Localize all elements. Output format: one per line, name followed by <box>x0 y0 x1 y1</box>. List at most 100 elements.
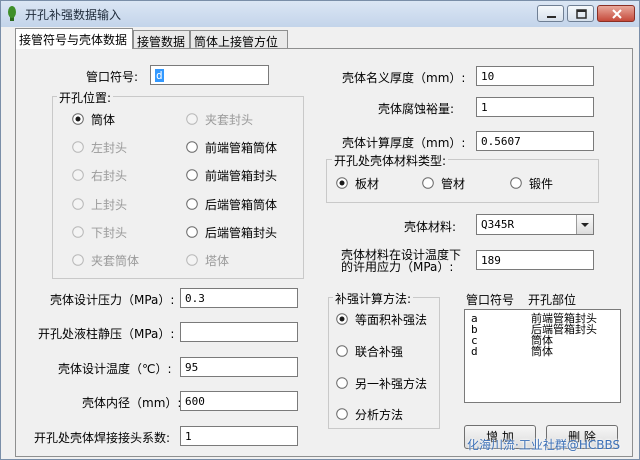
radio-disabled-icon <box>72 226 84 238</box>
dialog-window: 开孔补强数据输入 接管符号与壳体数据 接管数据 筒体上接管方位 管口符号: d … <box>0 0 640 460</box>
radio-left-head-label: 左封头 <box>91 140 128 155</box>
design-pressure-label: 壳体设计压力（MPa）: <box>50 293 175 307</box>
close-icon <box>612 9 622 19</box>
inner-diameter-label: 壳体内径（mm）: <box>82 396 182 410</box>
chevron-down-icon <box>581 223 589 227</box>
watermark: 化海川流·工业社群@HCBBS <box>467 438 621 452</box>
liquid-pressure-input[interactable] <box>180 322 298 342</box>
radio-jacket-shell[interactable]: 夹套筒体 <box>72 252 139 268</box>
nominal-thickness-label: 壳体名义厚度（mm）: <box>342 71 466 85</box>
maximize-icon <box>576 9 587 19</box>
maximize-button[interactable] <box>567 5 594 22</box>
list-header-position: 开孔部位 <box>528 293 577 307</box>
calc-thickness-label: 壳体计算厚度（mm）: <box>342 136 466 150</box>
radio-equal-area-label: 等面积补强法 <box>355 312 428 327</box>
radio-rear-channel-shell-label: 后端管箱筒体 <box>205 197 278 212</box>
radio-bottom-head[interactable]: 下封头 <box>72 224 127 240</box>
radio-unchecked-icon <box>186 141 198 153</box>
minimize-button[interactable] <box>537 5 564 22</box>
radio-left-head[interactable]: 左封头 <box>72 139 127 155</box>
radio-unchecked-icon <box>186 226 198 238</box>
minimize-icon <box>547 16 556 18</box>
nozzle-symbol-input[interactable]: d <box>150 65 269 85</box>
radio-pipe-label: 管材 <box>441 176 466 191</box>
radio-disabled-icon <box>72 141 84 153</box>
radio-combined[interactable]: 联合补强 <box>336 343 403 359</box>
inner-diameter-input[interactable]: 600 <box>180 391 298 411</box>
radio-combined-label: 联合补强 <box>355 344 404 359</box>
list-item-symbol: d <box>471 345 478 358</box>
radio-checked-icon <box>336 177 348 189</box>
radio-jacket-head[interactable]: 夹套封头 <box>186 111 253 127</box>
radio-disabled-icon <box>72 198 84 210</box>
shell-material-label: 壳体材料: <box>404 220 457 234</box>
radio-rear-channel-shell[interactable]: 后端管箱筒体 <box>186 196 277 212</box>
reinforce-method-title: 补强计算方法: <box>333 290 414 307</box>
radio-front-channel-head[interactable]: 前端管箱封头 <box>186 167 277 183</box>
allowable-stress-label-line2: 的许用应力（MPa）: <box>341 260 454 274</box>
radio-unchecked-icon <box>336 345 348 357</box>
radio-analysis-label: 分析方法 <box>355 407 404 422</box>
radio-other-method-label: 另一补强方法 <box>355 376 428 391</box>
corrosion-allowance-label: 壳体腐蚀裕量: <box>378 102 455 116</box>
radio-pipe[interactable]: 管材 <box>422 175 465 191</box>
radio-disabled-icon <box>186 254 198 266</box>
radio-shell[interactable]: 筒体 <box>72 111 115 127</box>
close-button[interactable] <box>597 5 635 22</box>
design-temperature-label: 壳体设计温度（℃）: <box>58 362 172 376</box>
radio-disabled-icon <box>72 169 84 181</box>
joint-coefficient-input[interactable]: 1 <box>180 426 298 446</box>
window-title: 开孔补强数据输入 <box>25 8 122 22</box>
radio-unchecked-icon <box>510 177 522 189</box>
radio-unchecked-icon <box>336 408 348 420</box>
radio-shell-label: 筒体 <box>91 112 116 127</box>
radio-rear-channel-head[interactable]: 后端管箱封头 <box>186 224 277 240</box>
nozzle-listbox[interactable]: a 前端管箱封头 b 后端管箱封头 c 筒体 d 筒体 <box>464 309 621 403</box>
liquid-pressure-label: 开孔处液柱静压（MPa）: <box>38 327 175 341</box>
radio-analysis[interactable]: 分析方法 <box>336 406 403 422</box>
radio-front-channel-head-label: 前端管箱封头 <box>205 168 278 183</box>
tab-nozzle-data[interactable]: 接管数据 <box>133 30 190 49</box>
radio-unchecked-icon <box>186 198 198 210</box>
radio-tower-label: 塔体 <box>205 253 230 268</box>
radio-equal-area[interactable]: 等面积补强法 <box>336 311 427 327</box>
radio-plate[interactable]: 板材 <box>336 175 379 191</box>
nozzle-symbol-label: 管口符号: <box>86 70 139 84</box>
radio-tower[interactable]: 塔体 <box>186 252 229 268</box>
list-header-symbol: 管口符号 <box>466 293 515 307</box>
radio-unchecked-icon <box>186 169 198 181</box>
radio-unchecked-icon <box>336 377 348 389</box>
shell-material-select[interactable]: Q345R <box>476 214 594 235</box>
tab-nozzle-orientation[interactable]: 筒体上接管方位 <box>190 30 288 49</box>
tab-panel: 管口符号: d 开孔位置: 筒体 夹套封头 左封头 前端管箱筒体 右封头 前端管… <box>15 48 633 457</box>
radio-top-head[interactable]: 上封头 <box>72 196 127 212</box>
radio-top-head-label: 上封头 <box>91 197 128 212</box>
radio-front-channel-shell-label: 前端管箱筒体 <box>205 140 278 155</box>
joint-coefficient-label: 开孔处壳体焊接接头系数: <box>34 431 171 445</box>
dropdown-button[interactable] <box>576 215 593 234</box>
radio-jacket-head-label: 夹套封头 <box>205 112 254 127</box>
material-type-title: 开孔处壳体材料类型: <box>332 152 449 169</box>
radio-plate-label: 板材 <box>355 176 380 191</box>
radio-bottom-head-label: 下封头 <box>91 225 128 240</box>
allowable-stress-input[interactable]: 189 <box>476 250 594 270</box>
nominal-thickness-input[interactable]: 10 <box>476 66 594 86</box>
radio-right-head[interactable]: 右封头 <box>72 167 127 183</box>
radio-forging-label: 锻件 <box>529 176 554 191</box>
design-temperature-input[interactable]: 95 <box>180 357 298 377</box>
list-item-position: 筒体 <box>531 345 553 358</box>
opening-position-title: 开孔位置: <box>57 89 114 106</box>
radio-unchecked-icon <box>422 177 434 189</box>
calc-thickness-input[interactable]: 0.5607 <box>476 131 594 151</box>
radio-other-method[interactable]: 另一补强方法 <box>336 375 427 391</box>
radio-forging[interactable]: 锻件 <box>510 175 553 191</box>
list-item[interactable]: d 筒体 <box>465 346 620 357</box>
corrosion-allowance-input[interactable]: 1 <box>476 97 594 117</box>
title-bar[interactable]: 开孔补强数据输入 <box>1 1 639 27</box>
tab-nozzle-symbol-shell[interactable]: 接管符号与壳体数据 <box>15 28 133 49</box>
design-pressure-input[interactable]: 0.3 <box>180 288 298 308</box>
shell-material-value: Q345R <box>481 218 515 231</box>
radio-front-channel-shell[interactable]: 前端管箱筒体 <box>186 139 277 155</box>
radio-checked-icon <box>72 113 84 125</box>
app-icon <box>8 6 16 21</box>
